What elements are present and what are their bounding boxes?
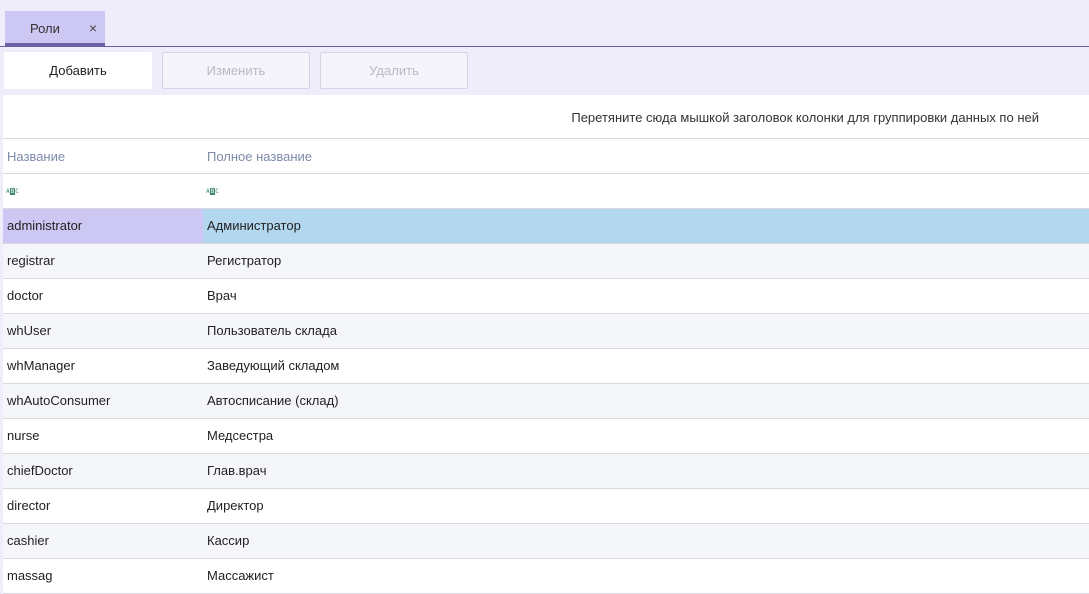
table-row[interactable]: massag Массажист: [3, 559, 1089, 594]
cell-full-name[interactable]: Регистратор: [203, 244, 1089, 278]
cell-full-name[interactable]: Глав.врач: [203, 454, 1089, 488]
edit-button[interactable]: Изменить: [162, 52, 310, 89]
grid-body: administrator Администратор registrar Регис…: [3, 209, 1089, 594]
table-row[interactable]: nurse Медсестра: [3, 419, 1089, 454]
table-row[interactable]: whManager Заведующий складом: [3, 349, 1089, 384]
column-header-full-name[interactable]: Полное название: [207, 149, 312, 164]
cell-name[interactable]: administrator: [3, 209, 203, 243]
tab-roles-label: Роли: [30, 21, 60, 36]
cell-name[interactable]: director: [3, 489, 203, 523]
grid-filter-row: ABC ABC: [3, 174, 1089, 209]
filter-full-name-cell[interactable]: ABC: [203, 174, 1089, 208]
cell-name[interactable]: chiefDoctor: [3, 454, 203, 488]
table-row[interactable]: cashier Кассир: [3, 524, 1089, 559]
group-by-panel[interactable]: Перетяните сюда мышкой заголовок колонки…: [3, 95, 1089, 139]
cell-name[interactable]: nurse: [3, 419, 203, 453]
delete-button[interactable]: Удалить: [320, 52, 468, 89]
grid-header-row: Название Полное название: [3, 139, 1089, 174]
cell-full-name[interactable]: Администратор: [203, 209, 1089, 243]
table-row[interactable]: chiefDoctor Глав.врач: [3, 454, 1089, 489]
cell-full-name[interactable]: Медсестра: [203, 419, 1089, 453]
abc-filter-icon[interactable]: ABC: [206, 187, 220, 196]
cell-full-name[interactable]: Директор: [203, 489, 1089, 523]
cell-name[interactable]: whManager: [3, 349, 203, 383]
cell-name[interactable]: doctor: [3, 279, 203, 313]
cell-name[interactable]: massag: [3, 559, 203, 593]
cell-full-name[interactable]: Массажист: [203, 559, 1089, 593]
roles-grid: Перетяните сюда мышкой заголовок колонки…: [3, 95, 1089, 594]
cell-name[interactable]: whUser: [3, 314, 203, 348]
table-row[interactable]: registrar Регистратор: [3, 244, 1089, 279]
add-button[interactable]: Добавить: [4, 52, 152, 89]
cell-full-name[interactable]: Заведующий складом: [203, 349, 1089, 383]
cell-name[interactable]: registrar: [3, 244, 203, 278]
table-row[interactable]: director Директор: [3, 489, 1089, 524]
abc-filter-icon[interactable]: ABC: [6, 187, 20, 196]
filter-name-cell[interactable]: ABC: [3, 174, 203, 208]
roles-window: Роли × Добавить Изменить Удалить Перетян…: [0, 0, 1089, 594]
table-row[interactable]: whUser Пользователь склада: [3, 314, 1089, 349]
table-row[interactable]: whAutoConsumer Автосписание (склад): [3, 384, 1089, 419]
cell-full-name[interactable]: Автосписание (склад): [203, 384, 1089, 418]
column-header-name[interactable]: Название: [7, 149, 65, 164]
cell-full-name[interactable]: Кассир: [203, 524, 1089, 558]
tab-strip: Роли ×: [0, 0, 1089, 47]
cell-full-name[interactable]: Врач: [203, 279, 1089, 313]
toolbar: Добавить Изменить Удалить: [0, 47, 1089, 95]
table-row[interactable]: administrator Администратор: [3, 209, 1089, 244]
group-by-hint: Перетяните сюда мышкой заголовок колонки…: [571, 110, 1039, 125]
tab-roles[interactable]: Роли ×: [5, 11, 105, 46]
cell-full-name[interactable]: Пользователь склада: [203, 314, 1089, 348]
tab-close-icon[interactable]: ×: [87, 20, 99, 36]
cell-name[interactable]: whAutoConsumer: [3, 384, 203, 418]
table-row[interactable]: doctor Врач: [3, 279, 1089, 314]
cell-name[interactable]: cashier: [3, 524, 203, 558]
